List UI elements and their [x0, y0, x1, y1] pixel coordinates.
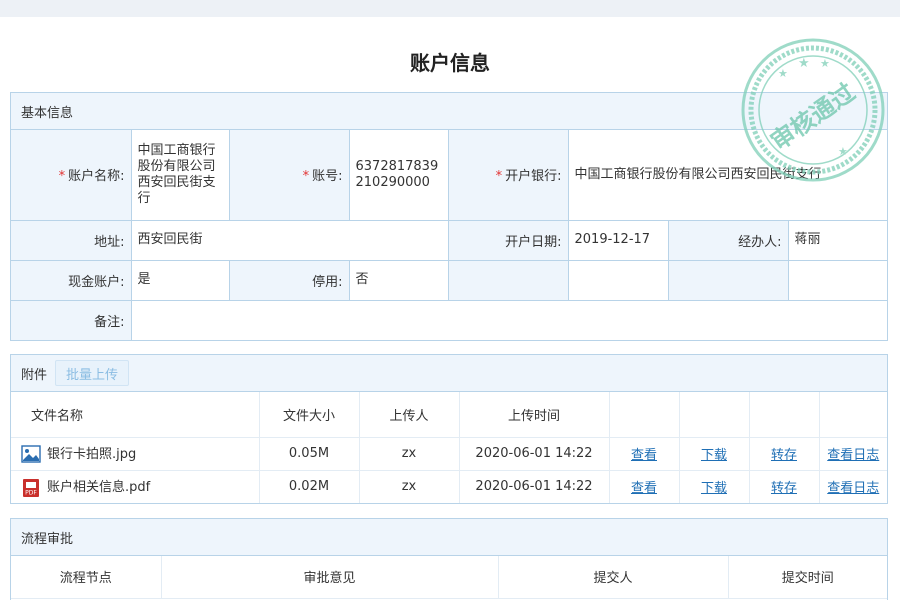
handler-label: 经办人:	[667, 219, 789, 261]
file-name-cell: PDF 账户相关信息.pdf	[11, 469, 260, 503]
download-link[interactable]: 下载	[701, 448, 727, 463]
svg-text:★: ★	[798, 56, 810, 71]
document-page: 账户信息 基本信息 * 账户名称: 中国工商银行股份有限公司西安回民街支行 * 账号…	[0, 17, 900, 600]
address-value: 西安回民街	[130, 219, 449, 261]
flow-approval-header: 流程审批	[11, 519, 887, 556]
transfer-link[interactable]: 转存	[771, 448, 797, 463]
table-row: PDF 账户相关信息.pdf 0.02M zx 2020-06-01 14:22…	[11, 469, 887, 503]
address-label: 地址:	[11, 219, 132, 261]
flow-approval-table: 流程节点 审批意见 提交人 提交时间	[11, 556, 887, 599]
view-link[interactable]: 查看	[631, 481, 657, 496]
col-action	[748, 392, 820, 438]
col-file-name: 文件名称	[11, 392, 260, 438]
image-file-icon	[21, 445, 41, 463]
view-log-link[interactable]: 查看日志	[827, 481, 879, 496]
flow-approval-title: 流程审批	[21, 531, 74, 547]
download-link[interactable]: 下载	[701, 481, 727, 496]
account-name-value: 中国工商银行股份有限公司西安回民街支行	[130, 130, 230, 221]
col-action	[608, 392, 680, 438]
transfer-link[interactable]: 转存	[771, 481, 797, 496]
approved-stamp: ★ ★ ★ 审核通过 ★	[741, 38, 885, 182]
file-size: 0.05M	[258, 436, 360, 471]
svg-text:★: ★	[838, 145, 848, 158]
empty-cell	[567, 259, 669, 301]
file-upload-time: 2020-06-01 14:22	[458, 436, 610, 471]
pdf-file-icon: PDF	[23, 478, 39, 497]
col-approval-opinion: 审批意见	[160, 556, 499, 599]
basic-info-title: 基本信息	[21, 105, 74, 121]
file-name[interactable]: 银行卡拍照.jpg	[47, 447, 136, 462]
open-date-value: 2019-12-17	[567, 219, 669, 261]
file-name-cell: 银行卡拍照.jpg	[11, 436, 260, 471]
remark-value	[130, 299, 888, 340]
file-uploader: zx	[358, 469, 460, 503]
account-no-value: 6372817839210290000	[348, 130, 449, 221]
open-date-label: 开户日期:	[447, 219, 569, 261]
view-log-link[interactable]: 查看日志	[827, 448, 879, 463]
flow-approval-panel: 流程审批 流程节点 审批意见 提交人 提交时间	[10, 518, 888, 600]
svg-text:PDF: PDF	[25, 489, 37, 496]
attachments-table: 文件名称 文件大小 上传人 上传时间 银行卡拍照.jpg 0.05M zx 20…	[11, 392, 887, 503]
empty-cell	[447, 259, 569, 301]
account-no-label: * 账号:	[228, 130, 350, 221]
batch-upload-button[interactable]: 批量上传	[55, 360, 130, 386]
col-file-size: 文件大小	[258, 392, 360, 438]
handler-value: 蒋丽	[787, 219, 888, 261]
attachments-panel: 附件 批量上传 文件名称 文件大小 上传人 上传时间 银行卡拍照.jpg 0.0…	[10, 354, 888, 504]
bank-label: * 开户银行:	[447, 130, 569, 221]
disabled-label: 停用:	[228, 259, 350, 301]
file-upload-time: 2020-06-01 14:22	[458, 469, 610, 503]
col-uploader: 上传人	[358, 392, 460, 438]
cash-account-value: 是	[130, 259, 230, 301]
col-upload-time: 上传时间	[458, 392, 610, 438]
col-submitter: 提交人	[497, 556, 729, 599]
attachments-header: 附件 批量上传	[11, 355, 887, 392]
file-uploader: zx	[358, 436, 460, 471]
view-link[interactable]: 查看	[631, 448, 657, 463]
remark-label: 备注:	[11, 299, 132, 340]
empty-cell	[667, 259, 789, 301]
attachments-title: 附件	[21, 367, 48, 383]
top-bar	[0, 0, 900, 17]
col-action	[818, 392, 887, 438]
account-name-label: * 账户名称:	[11, 130, 132, 221]
svg-text:★: ★	[778, 67, 788, 80]
file-name[interactable]: 账户相关信息.pdf	[47, 480, 150, 495]
disabled-value: 否	[348, 259, 449, 301]
empty-cell	[787, 259, 888, 301]
col-flow-node: 流程节点	[11, 556, 162, 599]
file-size: 0.02M	[258, 469, 360, 503]
col-submit-time: 提交时间	[727, 556, 887, 599]
table-row: 银行卡拍照.jpg 0.05M zx 2020-06-01 14:22 查看 下…	[11, 436, 887, 471]
col-action	[678, 392, 750, 438]
svg-text:★: ★	[820, 57, 830, 70]
cash-account-label: 现金账户:	[11, 259, 132, 301]
